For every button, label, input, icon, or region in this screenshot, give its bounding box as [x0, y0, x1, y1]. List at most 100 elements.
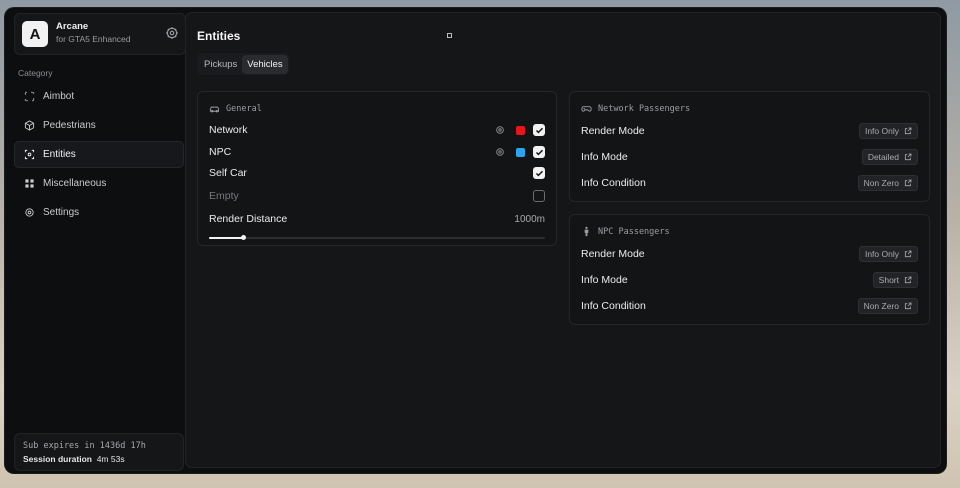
sidebar-item-label: Miscellaneous	[43, 178, 107, 189]
render-mode-select[interactable]: Info Only	[858, 246, 918, 262]
info-mode-row: Info Mode Detailed	[581, 147, 918, 167]
info-mode-select[interactable]: Detailed	[861, 149, 918, 165]
sidebar-item-label: Entities	[43, 149, 76, 160]
brand-title: Arcane	[56, 21, 89, 32]
subscription-info: Sub expires in 1436d 17h Session duratio…	[14, 433, 184, 471]
sidebar-item-pedestrians[interactable]: Pedestrians	[14, 112, 184, 139]
npc-passengers-card: NPC Passengers Render Mode Info Only Inf…	[569, 214, 930, 325]
card-title-text: Network Passengers	[598, 103, 691, 114]
sidebar-item-label: Aimbot	[43, 91, 75, 102]
select-value: Short	[878, 275, 899, 285]
render-distance-value: 1000m	[514, 213, 545, 225]
person-icon	[584, 226, 589, 237]
select-value: Non Zero	[863, 178, 899, 188]
external-link-icon	[904, 179, 912, 187]
drag-handle[interactable]	[447, 33, 452, 38]
network-checkbox[interactable]	[533, 124, 545, 136]
row-label: Render Mode	[581, 125, 645, 137]
tab-pickups[interactable]: Pickups	[199, 55, 242, 74]
row-label: Info Mode	[581, 274, 628, 286]
crosshair-frame-icon	[24, 91, 35, 102]
info-condition-row: Info Condition Non Zero	[581, 173, 918, 193]
session-value: 4m 53s	[96, 454, 125, 464]
info-condition-select[interactable]: Non Zero	[857, 175, 918, 191]
session-duration: Session duration 4m 53s	[23, 454, 175, 464]
select-value: Info Only	[864, 126, 899, 136]
empty-row: Empty	[209, 186, 545, 206]
subscription-expiry: Sub expires in 1436d 17h	[23, 441, 146, 451]
external-link-icon	[904, 153, 912, 161]
empty-checkbox[interactable]	[533, 190, 545, 202]
card-title: Network Passengers	[581, 103, 690, 114]
sidebar-item-label: Pedestrians	[43, 120, 96, 131]
gamepad-icon	[581, 106, 592, 112]
sidebar-item-label: Settings	[43, 207, 80, 218]
sidebar: A Arcane for GTA5 Enhanced Category Aimb…	[14, 13, 186, 471]
general-card: General Network NPC Self Car Empty Rende…	[197, 91, 557, 246]
entities-icon	[24, 149, 35, 160]
network-passengers-card: Network Passengers Render Mode Info Only…	[569, 91, 930, 202]
external-link-icon	[904, 302, 912, 310]
gear-icon[interactable]	[495, 125, 505, 135]
brand-subtitle: for GTA5 Enhanced	[56, 34, 131, 44]
color-swatch[interactable]	[516, 125, 525, 135]
main-panel: Entities Pickups Vehicles General Networ…	[185, 12, 941, 468]
external-link-icon	[904, 127, 912, 135]
row-label: Render Distance	[209, 213, 288, 225]
card-title: General	[209, 103, 262, 114]
sidebar-nav: Aimbot Pedestrians Entities Miscellaneou…	[14, 83, 184, 228]
grid-icon	[25, 179, 34, 188]
npc-row: NPC	[209, 142, 545, 162]
app-window: A Arcane for GTA5 Enhanced Category Aimb…	[5, 8, 946, 473]
card-title-text: NPC Passengers	[598, 226, 670, 237]
npc-checkbox[interactable]	[533, 146, 545, 158]
check-icon	[535, 170, 543, 176]
sidebar-item-miscellaneous[interactable]: Miscellaneous	[14, 170, 184, 197]
slider-fill	[209, 237, 243, 239]
gear-icon[interactable]	[495, 147, 505, 157]
session-label: Session duration	[23, 454, 92, 464]
page-title: Entities	[197, 29, 241, 43]
card-title-text: General	[226, 103, 262, 114]
network-row: Network	[209, 120, 545, 140]
external-link-icon	[904, 250, 912, 258]
render-mode-select[interactable]: Info Only	[858, 123, 918, 139]
slider-thumb[interactable]	[240, 235, 246, 240]
sidebar-item-aimbot[interactable]: Aimbot	[14, 83, 184, 110]
row-label: Self Car	[209, 167, 247, 179]
check-icon	[535, 149, 543, 155]
row-label: Empty	[209, 190, 239, 202]
info-condition-row: Info Condition Non Zero	[581, 296, 918, 316]
row-label: Info Condition	[581, 177, 646, 189]
brand-logo: A	[22, 21, 48, 47]
cube-icon	[24, 120, 35, 131]
external-link-icon	[904, 276, 912, 284]
card-title: NPC Passengers	[581, 226, 670, 237]
render-distance-row: Render Distance 1000m	[209, 209, 545, 229]
select-value: Detailed	[867, 152, 899, 162]
row-label: Info Condition	[581, 300, 646, 312]
slider-track	[209, 237, 545, 239]
check-icon	[535, 127, 543, 133]
self-car-checkbox[interactable]	[533, 167, 545, 179]
gear-icon[interactable]	[165, 26, 179, 40]
brand-header: A Arcane for GTA5 Enhanced	[14, 13, 186, 55]
info-condition-select[interactable]: Non Zero	[857, 298, 918, 314]
self-car-row: Self Car	[209, 163, 545, 183]
select-value: Info Only	[864, 249, 899, 259]
row-label: NPC	[209, 146, 232, 158]
car-icon	[209, 106, 220, 113]
info-mode-select[interactable]: Short	[872, 272, 918, 288]
render-distance-slider[interactable]	[209, 233, 545, 243]
category-label: Category	[18, 68, 53, 78]
sidebar-item-settings[interactable]: Settings	[14, 199, 184, 226]
row-label: Network	[209, 124, 248, 136]
sidebar-item-entities[interactable]: Entities	[14, 141, 184, 168]
select-value: Non Zero	[863, 301, 899, 311]
color-swatch[interactable]	[516, 147, 525, 157]
tab-vehicles[interactable]: Vehicles	[242, 54, 288, 74]
info-mode-row: Info Mode Short	[581, 270, 918, 290]
render-mode-row: Render Mode Info Only	[581, 121, 918, 141]
tab-bar: Pickups Vehicles	[197, 53, 290, 75]
row-label: Render Mode	[581, 248, 645, 260]
